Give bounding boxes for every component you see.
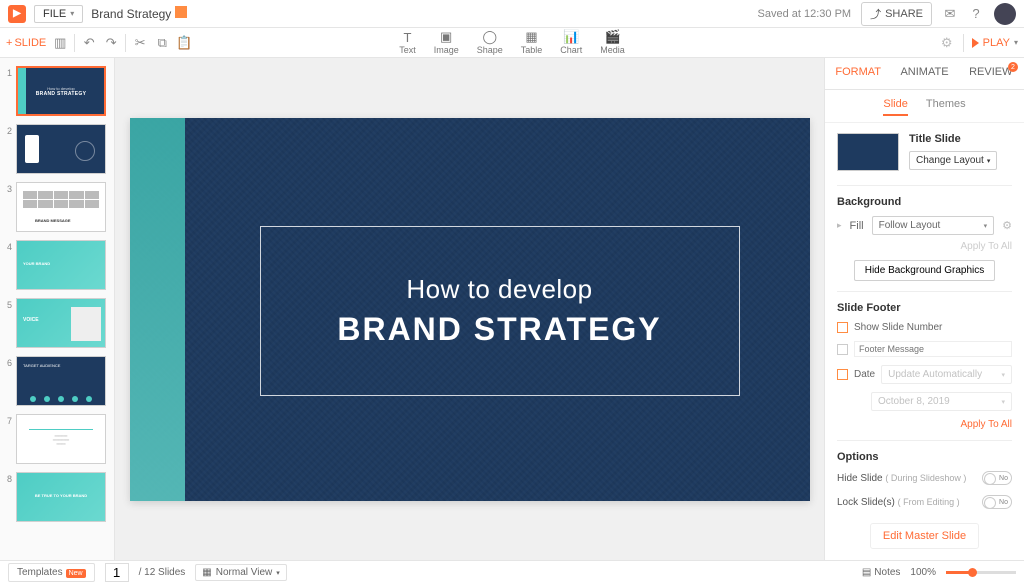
text-icon: T [399, 30, 415, 44]
plus-icon: + [6, 37, 12, 49]
change-layout-button[interactable]: Change Layout [909, 151, 997, 170]
fill-settings-icon[interactable]: ⚙ [1002, 219, 1012, 232]
user-avatar[interactable] [994, 3, 1016, 25]
tab-animate[interactable]: ANIMATE [891, 58, 957, 89]
subtab-slide[interactable]: Slide [883, 98, 907, 116]
options-heading: Options [837, 451, 1012, 463]
hide-bg-graphics-button[interactable]: Hide Background Graphics [854, 260, 996, 281]
edit-master-button[interactable]: Edit Master Slide [870, 523, 979, 549]
app-logo: ▶ [8, 5, 26, 23]
lock-slide-toggle[interactable]: No [982, 495, 1012, 509]
templates-button[interactable]: TemplatesNew [8, 563, 95, 582]
settings-icon[interactable]: ⚙ [939, 35, 955, 51]
expand-icon[interactable]: ▸ [837, 220, 842, 231]
help-icon[interactable]: ? [968, 6, 984, 22]
paste-icon[interactable]: 📋 [176, 35, 192, 51]
tab-review[interactable]: REVIEW2 [958, 58, 1024, 89]
presentation-icon [175, 6, 187, 18]
grid-icon: ▦ [202, 567, 211, 578]
insert-shape[interactable]: ◯Shape [477, 30, 503, 55]
media-icon: 🎬 [605, 30, 621, 44]
cut-icon[interactable]: ✂ [132, 35, 148, 51]
tab-format[interactable]: FORMAT [825, 58, 891, 89]
fill-label: Fill [850, 220, 864, 232]
show-number-checkbox[interactable] [837, 322, 848, 333]
new-badge: New [66, 569, 86, 578]
review-badge: 2 [1008, 62, 1018, 72]
date-mode-select: Update Automatically [881, 365, 1012, 384]
insert-table[interactable]: ▦Table [521, 30, 543, 55]
zoom-value: 100% [910, 567, 936, 578]
file-menu[interactable]: FILE [34, 5, 83, 23]
shape-icon: ◯ [482, 30, 498, 44]
slide-thumbnails[interactable]: 1How to developBRAND STRATEGY 2 3BRAND M… [0, 58, 115, 560]
layout-preview [837, 133, 899, 171]
slide-subtitle[interactable]: How to develop [406, 274, 592, 305]
slide-count: / 12 Slides [139, 567, 186, 578]
insert-media[interactable]: 🎬Media [600, 30, 625, 55]
thumb-5[interactable]: VOICE [16, 298, 106, 348]
date-checkbox[interactable] [837, 369, 848, 380]
subtab-themes[interactable]: Themes [926, 98, 966, 116]
footer-message-input[interactable] [854, 341, 1012, 357]
mail-icon[interactable]: ✉ [942, 6, 958, 22]
copy-icon[interactable]: ⧉ [154, 35, 170, 51]
insert-text[interactable]: TText [399, 30, 416, 55]
zoom-slider[interactable] [946, 571, 1016, 574]
notes-icon: ▤ [862, 567, 871, 578]
insert-image[interactable]: ▣Image [434, 30, 459, 55]
save-status: Saved at 12:30 PM [758, 8, 852, 20]
slide-title[interactable]: BRAND STRATEGY [337, 311, 661, 348]
page-input[interactable] [105, 563, 129, 582]
share-button[interactable]: ⤴SHARE [861, 2, 932, 26]
view-mode-select[interactable]: ▦Normal View [195, 564, 286, 581]
image-icon: ▣ [438, 30, 454, 44]
apply-all-footer[interactable]: Apply To All [837, 419, 1012, 430]
thumb-4[interactable]: YOUR BRAND [16, 240, 106, 290]
layout-icon[interactable]: ▥ [52, 35, 68, 51]
play-icon [972, 38, 979, 48]
insert-chart[interactable]: 📊Chart [560, 30, 582, 55]
play-button[interactable]: PLAY▾ [972, 37, 1018, 49]
add-slide-button[interactable]: +SLIDE [6, 37, 46, 49]
footer-msg-checkbox[interactable] [837, 344, 848, 355]
share-icon: ⤴ [870, 6, 881, 22]
thumb-7[interactable]: ━━━━━━━━━━━━━━━━━━━━━ [16, 414, 106, 464]
hide-slide-toggle[interactable]: No [982, 471, 1012, 485]
thumb-8[interactable]: BE TRUE TO YOUR BRAND [16, 472, 106, 522]
current-slide[interactable]: How to develop BRAND STRATEGY [130, 118, 810, 501]
slide-canvas[interactable]: How to develop BRAND STRATEGY [115, 58, 824, 560]
redo-icon[interactable]: ↷ [103, 35, 119, 51]
apply-all-bg: Apply To All [837, 241, 1012, 252]
document-title[interactable]: Brand Strategy [91, 6, 187, 21]
thumb-1[interactable]: How to developBRAND STRATEGY [16, 66, 106, 116]
thumb-3[interactable]: BRAND MESSAGE [16, 182, 106, 232]
background-heading: Background [837, 196, 1012, 208]
thumb-6[interactable]: TARGET AUDIENCE [16, 356, 106, 406]
date-value-select: October 8, 2019 [871, 392, 1012, 411]
undo-icon[interactable]: ↶ [81, 35, 97, 51]
footer-heading: Slide Footer [837, 302, 1012, 314]
fill-select[interactable]: Follow Layout [872, 216, 995, 235]
table-icon: ▦ [524, 30, 540, 44]
thumb-2[interactable] [16, 124, 106, 174]
chart-icon: 📊 [563, 30, 579, 44]
layout-name: Title Slide [909, 133, 1012, 145]
notes-button[interactable]: ▤Notes [862, 567, 901, 578]
